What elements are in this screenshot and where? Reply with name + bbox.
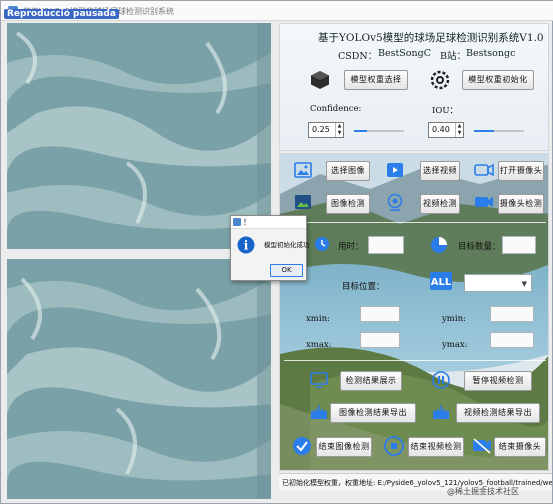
camera-icon <box>474 163 494 177</box>
select-image-button[interactable]: 选择图像 <box>326 161 370 181</box>
svg-text:i: i <box>244 239 249 253</box>
video-detect-button[interactable]: 视频检测 <box>420 194 460 214</box>
ymax-field <box>490 332 534 348</box>
image-detect-icon <box>295 195 311 209</box>
check-circle-icon <box>293 437 311 455</box>
select-video-button[interactable]: 选择视频 <box>420 161 460 181</box>
webcam-icon <box>387 193 403 211</box>
model-init-button[interactable]: 模型权重初始化 <box>462 70 534 90</box>
iou-slider[interactable] <box>474 130 524 132</box>
iou-slider-fill <box>474 130 494 132</box>
camera-detect-button[interactable]: 摄像头检测 <box>498 194 544 214</box>
confidence-slider[interactable] <box>354 130 404 132</box>
bilibili-label: B站： <box>440 51 466 62</box>
monitor-icon <box>310 372 328 388</box>
time-value-field <box>368 236 404 254</box>
dialog-title: ！ <box>243 218 251 227</box>
pause-video-button[interactable]: 暂停视频检测 <box>464 371 532 391</box>
open-camera-button[interactable]: 打开摄像头 <box>498 161 544 181</box>
video-icon <box>387 163 403 177</box>
xmax-label: xmax: <box>306 340 332 350</box>
info-dialog: ！ i 模型初始化成功 OK <box>230 215 310 281</box>
image-detect-button[interactable]: 图像检测 <box>326 194 370 214</box>
divider-1 <box>284 222 546 223</box>
gear-icon <box>430 70 450 90</box>
target-count-label: 目标数量： <box>458 242 501 252</box>
control-panel: 基于YOLOv5模型的球场足球检测识别系统V1.0 CSDN： BestSong… <box>279 23 549 473</box>
stop-video-icon <box>384 436 404 456</box>
confidence-label: Confidence: <box>310 104 362 114</box>
model-cube-icon <box>311 71 329 89</box>
image-icon <box>294 162 312 178</box>
dialog-message: 模型初始化成功 <box>264 241 310 249</box>
target-count-field <box>502 236 536 254</box>
xmin-label: xmin: <box>306 314 330 324</box>
watermark: @稀土掘金技术社区 <box>447 487 519 496</box>
ok-button[interactable]: OK <box>270 264 303 277</box>
app-title: 基于YOLOv5模型的球场足球检测识别系统V1.0 <box>318 32 544 44</box>
iou-label: IOU： <box>432 106 458 116</box>
xmax-field <box>360 332 400 348</box>
iou-value: 0.40 <box>432 125 450 134</box>
export-video-icon <box>433 405 449 419</box>
main-window: 基于YOLOv5模型的球场足球检测识别系统 Reproducció pausad… <box>0 0 553 504</box>
xmin-field <box>360 306 400 322</box>
ymax-label: ymax: <box>442 340 468 350</box>
all-targets-icon: ALL <box>430 272 452 290</box>
settings-section: 基于YOLOv5模型的球场足球检测识别系统V1.0 CSDN： BestSong… <box>279 23 549 151</box>
csdn-value: BestSongC <box>378 48 431 59</box>
stop-camera-icon <box>473 438 491 454</box>
recording-paused-badge[interactable]: Reproducció pausada <box>4 9 119 19</box>
bilibili-value: Bestsongc <box>466 48 516 59</box>
target-position-label: 目标位置： <box>342 282 385 292</box>
stop-camera-button[interactable]: 结束摄像头 <box>494 437 546 457</box>
stop-video-button[interactable]: 结束视频检测 <box>408 437 464 457</box>
confidence-stepper-icon[interactable]: ▲ ▼ <box>335 123 343 137</box>
camera-detect-icon <box>475 197 493 207</box>
pie-chart-icon <box>431 237 447 253</box>
stop-image-button[interactable]: 结束图像检测 <box>316 437 372 457</box>
confidence-spinbox[interactable]: 0.25 ▲ ▼ <box>308 122 344 138</box>
model-select-button[interactable]: 模型权重选择 <box>344 70 408 90</box>
clock-icon <box>315 237 329 251</box>
iou-spinbox[interactable]: 0.40 ▲ ▼ <box>428 122 464 138</box>
svg-text:ALL: ALL <box>431 277 452 288</box>
chevron-down-icon: ▼ <box>521 280 527 288</box>
result-image-panel <box>7 259 271 499</box>
ymin-field <box>490 306 534 322</box>
time-label: 用时： <box>338 242 364 252</box>
dialog-app-icon <box>233 218 241 226</box>
pause-icon <box>432 371 450 389</box>
export-video-button[interactable]: 视频检测结果导出 <box>456 403 540 423</box>
info-icon: i <box>237 236 255 254</box>
divider-2 <box>284 360 546 361</box>
export-image-button[interactable]: 图像检测结果导出 <box>330 403 416 423</box>
detection-section: 选择图像 选择视频 打开摄像头 图像检测 视频检测 摄像头检测 用时： 目标数量… <box>279 153 549 471</box>
export-image-icon <box>311 405 327 419</box>
confidence-slider-fill <box>354 130 367 132</box>
confidence-value: 0.25 <box>312 125 330 134</box>
dialog-title-bar: ！ <box>231 216 306 229</box>
iou-stepper-icon[interactable]: ▲ ▼ <box>455 123 463 137</box>
target-select-dropdown[interactable]: ▼ <box>464 274 532 292</box>
ymin-label: ymin: <box>442 314 466 324</box>
csdn-label: CSDN： <box>338 51 378 62</box>
show-result-button[interactable]: 检测结果展示 <box>340 371 402 391</box>
title-bar: 基于YOLOv5模型的球场足球检测识别系统 Reproducció pausad… <box>1 1 553 21</box>
